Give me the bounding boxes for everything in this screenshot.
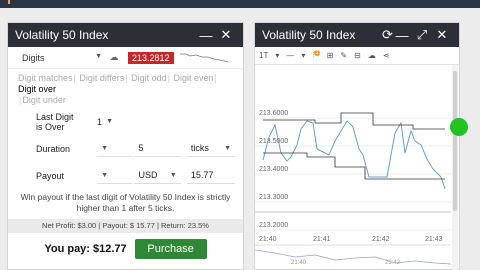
chevron-down-icon: ▼ [169, 171, 177, 179]
chevron-down-icon[interactable]: ▾ [301, 51, 305, 60]
chevron-down-icon: ▼ [101, 144, 109, 152]
underlying-value: Digits [22, 52, 45, 63]
trade-titlebar: Volatility 50 Index — ✕ [8, 23, 243, 47]
chart-titlebar: Volatility 50 Index ⟳ — ⤢ ✕ [255, 23, 459, 47]
chart-toolbar: 1T ▾ — ▾ ⫶1 ⊞ ✎ ⊟ ☁ ⋖ [255, 47, 459, 65]
close-icon[interactable]: ✕ [216, 27, 236, 43]
x-tick-label: 21:42 [372, 236, 390, 243]
spot-price: 213.2812 [128, 51, 174, 64]
draw-tool-icon[interactable]: ✎ [340, 51, 347, 60]
purchase-button[interactable]: Purchase [134, 239, 207, 259]
lower-barrier-line [263, 152, 445, 180]
payout-amount: 15.77 [190, 170, 214, 180]
chevron-down-icon: ▼ [95, 52, 102, 60]
scrollbar-thumb[interactable] [453, 71, 457, 211]
payout-type-select[interactable]: ▼ [97, 168, 133, 184]
trade-form: Last Digit is Over 1 ▼ Duration ▼ 5 tick… [8, 108, 243, 189]
last-digit-label: Last Digit is Over [36, 111, 74, 132]
trade-title: Volatility 50 Index [15, 28, 109, 42]
y-tick-label: 213.4000 [259, 166, 288, 173]
underlying-select[interactable]: Digits ▼ [14, 53, 102, 63]
chevron-down-icon: ▼ [106, 118, 113, 125]
y-tick-label: 213.5000 [259, 138, 288, 145]
trade-panel: Volatility 50 Index — ✕ Digits ▼ ☁ 213.2… [7, 22, 244, 270]
duration-row: Duration ▼ 5 ticks ▼ [16, 135, 235, 162]
chart-type-icon[interactable]: — [286, 51, 294, 60]
template-icon[interactable]: ☁ [368, 51, 376, 60]
chevron-down-icon: ▼ [224, 144, 231, 152]
currency-select[interactable]: USD ▼ [134, 168, 181, 184]
last-digit-row: Last Digit is Over 1 ▼ [16, 108, 235, 135]
duration-value: 5 [138, 143, 144, 153]
contract-description: Win payout if the last digit of Volatili… [20, 192, 231, 213]
top-banner [0, 0, 480, 8]
chart-title: Volatility 50 Index [262, 28, 356, 42]
purchase-row: You pay: $12.77 Purchase [8, 235, 243, 263]
y-tick-label: 213.6000 [259, 110, 288, 117]
tab-digit-odd[interactable]: Digit odd [131, 73, 167, 83]
navigator-tick-label: 21:42 [385, 260, 401, 266]
profit-summary: Net Profit: $3.00 | Payout: $ 15.77 | Re… [8, 219, 243, 233]
tab-digit-under[interactable]: Digit under [22, 95, 66, 105]
refresh-icon[interactable]: ⟳ [382, 27, 393, 43]
timeframe-select[interactable]: 1T [259, 51, 268, 60]
banner-accent [8, 0, 10, 4]
y-tick-label: 213.2000 [259, 222, 288, 229]
chart-panel: Volatility 50 Index ⟳ — ⤢ ✕ 1T ▾ — ▾ ⫶1 … [254, 22, 460, 270]
you-pay-amount: You pay: $12.77 [44, 243, 127, 255]
last-digit-select[interactable]: 1 ▼ [93, 114, 117, 130]
chevron-down-icon[interactable]: ▾ [275, 51, 279, 60]
last-digit-value: 1 [97, 116, 103, 127]
tab-digit-even[interactable]: Digit even [174, 73, 214, 83]
chevron-down-icon: ▼ [101, 171, 109, 179]
currency-value: USD [138, 170, 158, 180]
duration-label: Duration [36, 143, 71, 154]
chart-scrollbar[interactable] [452, 65, 458, 270]
tab-digit-differs[interactable]: Digit differs [79, 73, 124, 83]
tab-digit-matches[interactable]: Digit matches [18, 73, 73, 83]
cloud-icon[interactable]: ☁ [102, 52, 126, 63]
payout-amount-input[interactable]: 15.77 [186, 168, 235, 184]
upper-barrier-line [263, 112, 445, 130]
payout-row: Payout ▼ USD ▼ 15.77 [16, 162, 235, 189]
minimize-icon[interactable]: — [392, 28, 412, 43]
close-icon[interactable]: ✕ [432, 27, 452, 43]
underlying-row: Digits ▼ ☁ 213.2812 [8, 47, 243, 69]
tab-digit-over[interactable]: Digit over [18, 84, 56, 94]
contract-tabs: Digit matches| Digit differs| Digit odd|… [18, 73, 217, 105]
spot-sparkline [179, 53, 228, 62]
payout-label: Payout [36, 170, 65, 181]
x-tick-label: 21:43 [425, 236, 443, 243]
navigator-series [255, 249, 451, 265]
indicators-icon[interactable]: ⫶1 [312, 50, 320, 61]
comparison-icon[interactable]: ⊞ [327, 51, 334, 60]
x-tick-label: 21:41 [313, 236, 331, 243]
maximize-icon[interactable]: ⤢ [412, 27, 432, 43]
price-chart[interactable]: 213.6000 213.5000 213.4000 213.3000 213.2000… [255, 65, 451, 270]
duration-unit: ticks [190, 143, 209, 153]
minimize-icon[interactable]: — [196, 28, 216, 43]
navigator-tick-label: 21:40 [291, 260, 307, 266]
y-tick-label: 213.3000 [259, 194, 288, 201]
duration-unit-select[interactable]: ticks ▼ [186, 141, 235, 157]
crosshair-icon[interactable]: ⊟ [354, 51, 361, 60]
indicator-count: 1 [314, 50, 320, 57]
x-tick-label: 21:40 [259, 236, 277, 243]
duration-input[interactable]: 5 [134, 141, 181, 157]
share-icon[interactable]: ⋖ [383, 51, 390, 60]
pointer-highlight [450, 118, 468, 136]
duration-select[interactable]: ▼ [97, 141, 133, 157]
